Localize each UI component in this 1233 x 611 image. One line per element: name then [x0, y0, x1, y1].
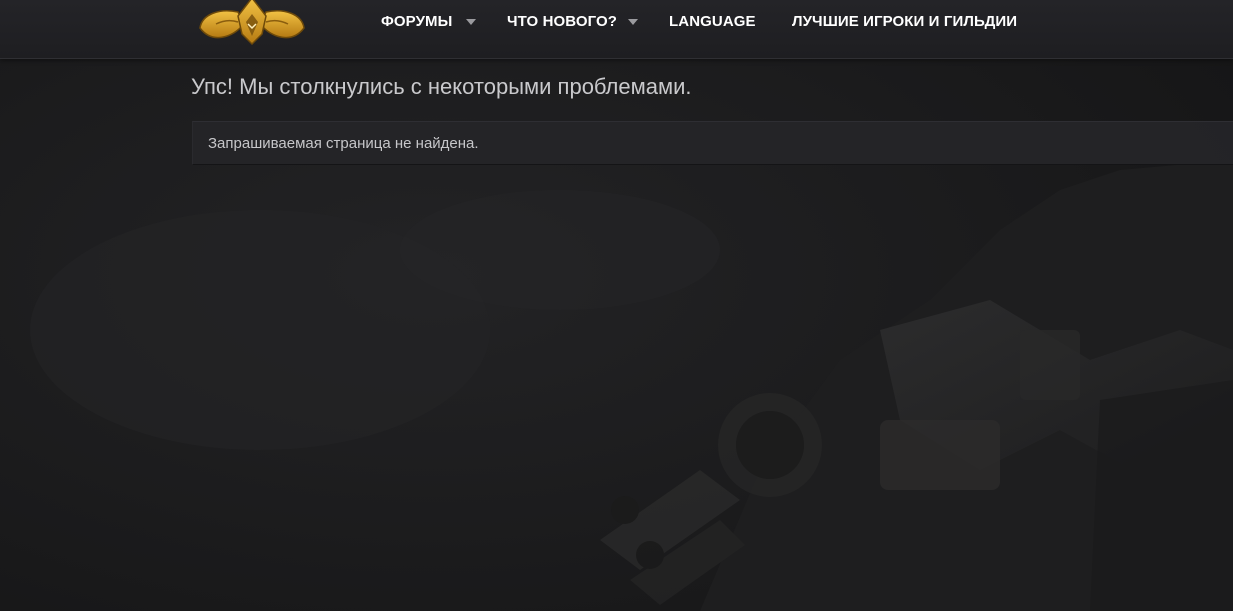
page-title: Упс! Мы столкнулись с некоторыми проблем…: [191, 74, 692, 99]
nav-item-forums[interactable]: ФОРУМЫ: [381, 0, 452, 44]
chevron-down-icon[interactable]: [466, 19, 476, 25]
nav-item-language[interactable]: LANGUAGE: [669, 0, 756, 44]
error-message: Запрашиваемая страница не найдена.: [208, 135, 479, 152]
error-notice: Запрашиваемая страница не найдена.: [192, 121, 1233, 165]
nav-item-whats-new[interactable]: ЧТО НОВОГО?: [507, 0, 617, 44]
chevron-down-icon[interactable]: [628, 19, 638, 25]
guild-logo-icon[interactable]: [196, 0, 308, 48]
top-navigation-bar: ФОРУМЫ ЧТО НОВОГО? LANGUAGE ЛУЧШИЕ ИГРОК…: [0, 0, 1233, 59]
nav-item-top-players-guilds[interactable]: ЛУЧШИЕ ИГРОКИ И ГИЛЬДИИ: [792, 0, 1017, 44]
